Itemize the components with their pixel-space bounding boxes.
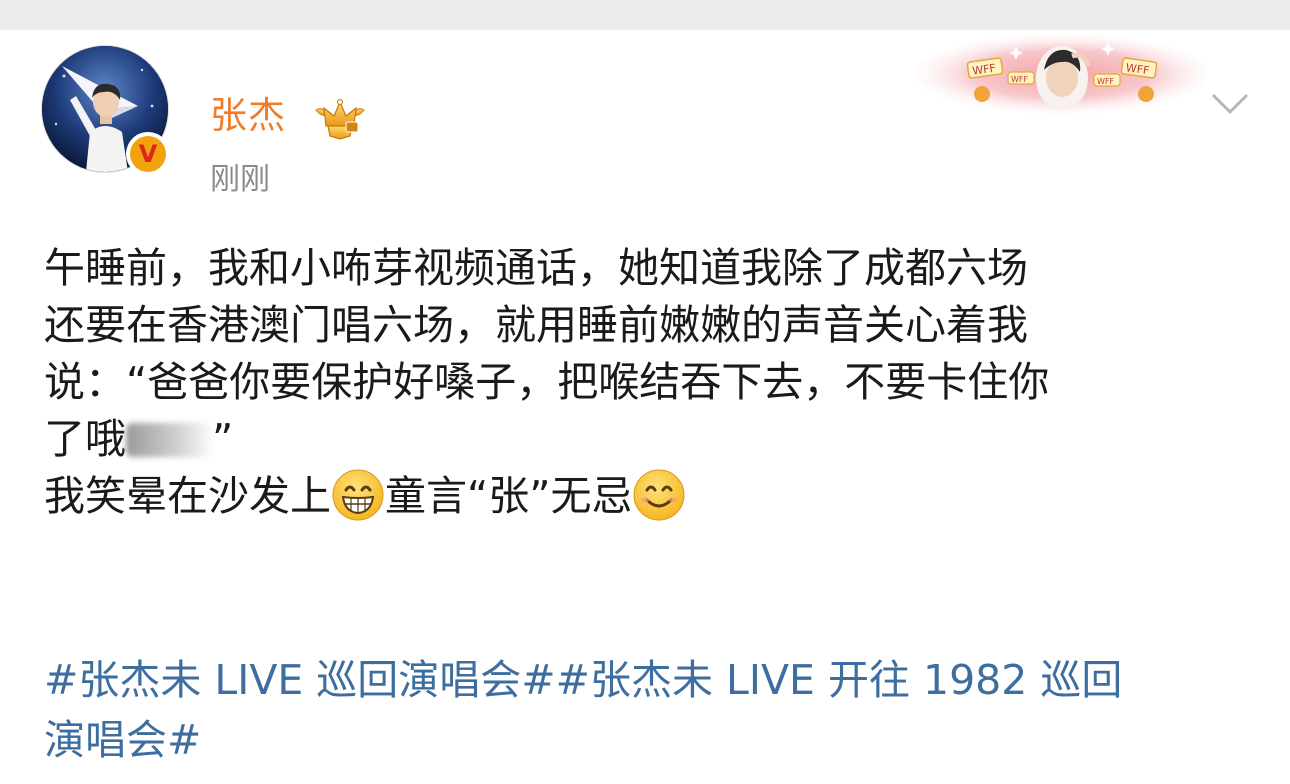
hashtag-line: #张杰未 LIVE 巡回演唱会##张杰未 LIVE 开往 1982 巡回: [44, 650, 1259, 710]
post-text-line: 说：“爸爸你要保护好嗓子，把喉结吞下去，不要卡住你: [44, 358, 1050, 406]
blurred-scribble: [126, 423, 212, 457]
chevron-down-icon[interactable]: [1208, 88, 1252, 120]
post-text-line: 我笑晕在沙发上 童言“张”无忌: [44, 468, 1259, 525]
post-text-segment: 我笑晕在沙发上: [44, 472, 331, 520]
hashtag-link[interactable]: #张杰未 LIVE 巡回演唱会#: [44, 656, 556, 704]
username[interactable]: 张杰: [210, 92, 286, 140]
verified-badge: V: [126, 132, 170, 176]
hashtags: #张杰未 LIVE 巡回演唱会##张杰未 LIVE 开往 1982 巡回 演唱会…: [44, 650, 1259, 770]
hashtag-link[interactable]: 演唱会#: [44, 716, 201, 764]
verified-v-icon: V: [130, 136, 166, 172]
decor-banner: WFF WFF WFF WFF: [914, 34, 1208, 114]
top-divider-strip: [0, 0, 1290, 30]
crown-icon: [315, 99, 365, 140]
post-text-segment: ”: [212, 415, 234, 463]
grinning-face-icon: [332, 469, 384, 521]
post-text-segment: 了哦: [44, 415, 126, 463]
flag-label: WFF: [1011, 75, 1029, 84]
post-timestamp: 刚刚: [210, 162, 270, 197]
flag-label: WFF: [1097, 77, 1115, 86]
post-text-line: 午睡前，我和小咘芽视频通话，她知道我除了成都六场: [44, 244, 1028, 292]
post-text-line: 还要在香港澳门唱六场，就用睡前嫩嫩的声音关心着我: [44, 301, 1028, 349]
hashtag-link[interactable]: #张杰未 LIVE 开往 1982 巡回: [556, 656, 1123, 704]
smiling-face-icon: [633, 469, 685, 521]
post-body: 午睡前，我和小咘芽视频通话，她知道我除了成都六场 还要在香港澳门唱六场，就用睡前…: [44, 240, 1259, 525]
hashtag-line: 演唱会#: [44, 710, 1259, 770]
post-text-segment: 童言“张”无忌: [385, 472, 633, 520]
post-text-line: 了哦 ”: [44, 411, 1259, 468]
